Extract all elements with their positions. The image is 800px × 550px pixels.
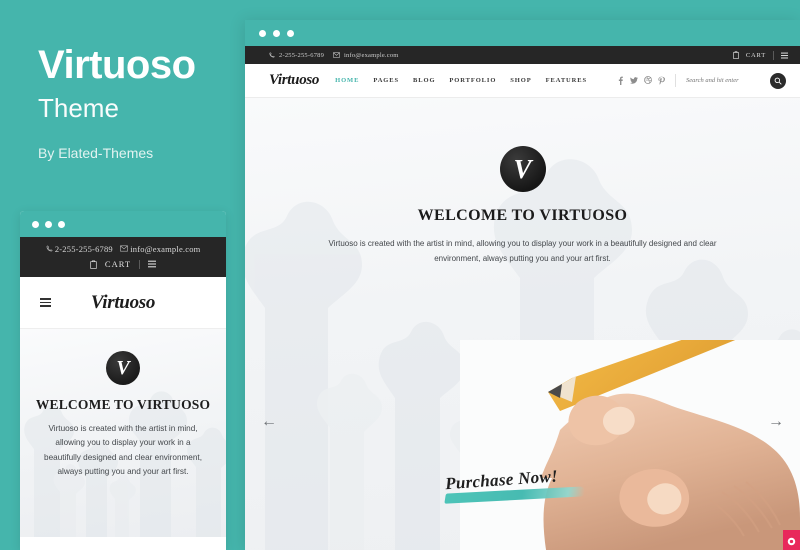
mobile-email-text: info@example.com (130, 244, 201, 254)
envato-button[interactable] (783, 530, 800, 550)
desktop-hero-content: V WELCOME TO VIRTUOSO Virtuoso is create… (245, 98, 800, 267)
desktop-window-chrome (245, 20, 800, 46)
window-dot-minimize[interactable] (45, 220, 52, 228)
mobile-phone-group[interactable]: 2-255-255-6789 (46, 244, 113, 254)
mobile-hero-description: Virtuoso is created with the artist in m… (44, 424, 202, 477)
nav-item-blog[interactable]: BLOG (413, 77, 435, 84)
desktop-cart-label[interactable]: CART (746, 52, 766, 59)
desktop-header: Virtuoso HOME PAGES BLOG PORTFOLIO SHOP … (245, 64, 800, 98)
slider-next-arrow[interactable]: → (768, 413, 784, 431)
desktop-topbar: 2-255-255-6789 info@example.com CART (245, 46, 800, 64)
list-icon[interactable] (781, 52, 788, 59)
desktop-divider (773, 50, 774, 60)
mobile-preview-window: 2-255-255-6789 info@example.com CART Vir… (20, 211, 226, 550)
window-dot-close[interactable] (32, 220, 39, 228)
envelope-icon (333, 52, 340, 58)
slider-prev-arrow[interactable]: ← (261, 413, 277, 431)
mobile-email-group[interactable]: info@example.com (120, 244, 201, 254)
social-links (617, 76, 665, 85)
mobile-cart-label[interactable]: CART (105, 259, 131, 269)
pinterest-icon[interactable] (658, 76, 665, 85)
cart-icon[interactable] (733, 51, 739, 59)
envelope-icon (120, 245, 128, 252)
desktop-hero-heading: WELCOME TO VIRTUOSO (417, 207, 628, 224)
window-dot-close[interactable] (259, 29, 266, 37)
promo-subtitle: Theme (38, 93, 119, 123)
mobile-hero-heading: WELCOME TO VIRTUOSO (35, 397, 211, 412)
nav-item-shop[interactable]: SHOP (510, 77, 531, 84)
desktop-phone-group[interactable]: 2-255-255-6789 (269, 52, 324, 59)
dribbble-icon[interactable] (644, 76, 652, 84)
mobile-hero-content: V WELCOME TO VIRTUOSO Virtuoso is create… (20, 329, 226, 479)
header-right-tools (617, 72, 786, 89)
phone-icon (269, 52, 275, 58)
envato-icon (787, 537, 796, 545)
mobile-topbar: 2-255-255-6789 info@example.com CART (20, 237, 226, 277)
window-dot-maximize[interactable] (287, 29, 294, 37)
desktop-hero-slider: V WELCOME TO VIRTUOSO Virtuoso is create… (245, 98, 800, 550)
hand-with-pencil-image (460, 340, 800, 550)
list-icon[interactable] (148, 260, 157, 268)
desktop-cart-group: CART (733, 50, 788, 60)
phone-icon (46, 245, 52, 252)
main-navigation: HOME PAGES BLOG PORTFOLIO SHOP FEATURES (335, 77, 587, 84)
promo-author: By Elated-Themes (38, 144, 154, 161)
window-dot-maximize[interactable] (58, 220, 65, 228)
desktop-logo-badge: V (499, 146, 546, 192)
purchase-now-callout[interactable]: Purchase Now! (444, 466, 625, 504)
window-dot-minimize[interactable] (273, 29, 280, 37)
nav-item-portfolio[interactable]: PORTFOLIO (449, 77, 496, 84)
mobile-window-chrome (20, 211, 226, 237)
search-icon (774, 77, 782, 85)
desktop-hero-description: Virtuoso is created with the artist in m… (328, 239, 717, 263)
mobile-cart-row: CART (20, 259, 226, 269)
promo-block: Virtuoso Theme By Elated-Themes (38, 44, 238, 161)
desktop-contact-info: 2-255-255-6789 info@example.com (269, 52, 399, 59)
mobile-header: Virtuoso (20, 277, 226, 329)
desktop-email-text: info@example.com (344, 51, 399, 59)
mobile-contact-info: 2-255-255-6789 info@example.com (20, 244, 226, 254)
cart-icon (90, 260, 97, 269)
mobile-hero: V WELCOME TO VIRTUOSO Virtuoso is create… (20, 329, 226, 537)
header-separator (675, 74, 676, 87)
desktop-phone-text: 2-255-255-6789 (279, 51, 325, 59)
mobile-phone-text: 2-255-255-6789 (54, 244, 113, 254)
hamburger-icon[interactable] (40, 298, 51, 307)
desktop-email-group[interactable]: info@example.com (333, 52, 399, 59)
desktop-preview-window: 2-255-255-6789 info@example.com CART Vir… (245, 20, 800, 550)
search-input[interactable] (686, 77, 764, 84)
promo-title: Virtuoso (38, 43, 196, 87)
nav-item-features[interactable]: FEATURES (546, 77, 587, 84)
mobile-divider (139, 259, 141, 269)
twitter-icon[interactable] (630, 76, 638, 85)
nav-item-pages[interactable]: PAGES (373, 77, 399, 84)
floating-action-buttons (783, 530, 800, 550)
nav-item-home[interactable]: HOME (335, 77, 359, 84)
facebook-icon[interactable] (617, 76, 624, 85)
desktop-logo[interactable]: Virtuoso (269, 72, 319, 89)
mobile-logo-badge: V (106, 351, 140, 385)
search-button[interactable] (770, 72, 786, 89)
